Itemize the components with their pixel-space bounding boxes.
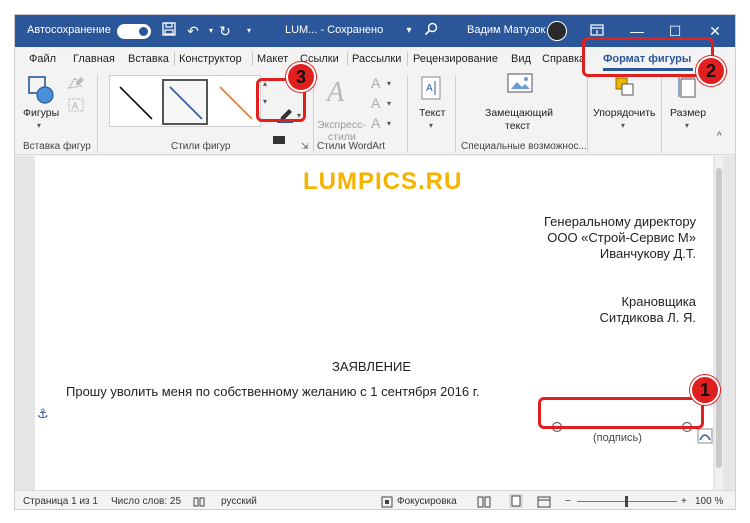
insert-shapes-group-label: Вставка фигур (23, 141, 91, 152)
document-area: LUMPICS.RU Генеральному директору ООО «С… (15, 156, 735, 490)
redo-icon[interactable]: ↻ (215, 21, 235, 41)
focus-icon[interactable] (381, 496, 393, 509)
shape-style-black-line[interactable] (112, 79, 158, 125)
wordart-quick-styles-icon[interactable]: A (327, 77, 344, 109)
document-heading: ЗАЯВЛЕНИЕ (332, 359, 412, 374)
tab-view[interactable]: Вид (511, 53, 531, 65)
proofing-icon[interactable] (193, 496, 205, 509)
size-button-label[interactable]: Размер (670, 107, 706, 119)
arrange-icon[interactable] (615, 77, 635, 100)
zoom-level[interactable]: 100 % (695, 496, 723, 507)
annotation-box-line-shape (538, 397, 704, 429)
text-outline-icon[interactable]: A (371, 95, 380, 111)
alt-text-icon[interactable] (507, 73, 533, 100)
title-dropdown-icon[interactable]: ▾ (399, 21, 419, 41)
undo-icon[interactable]: ↶ (183, 21, 203, 41)
alt-text-label-1[interactable]: Замещающий (485, 107, 553, 119)
save-icon[interactable] (159, 21, 179, 41)
edit-shape-icon[interactable] (67, 75, 87, 94)
wordart-group-label: Стили WordArt (317, 141, 386, 152)
autosave-toggle[interactable] (117, 24, 151, 39)
wordart-express-label-1[interactable]: Экспресс- (317, 119, 366, 131)
layout-options-icon[interactable] (697, 428, 713, 447)
addressee-line-1: Генеральному директору (544, 214, 696, 229)
shape-styles-gallery[interactable] (109, 75, 261, 127)
tab-layout[interactable]: Макет (257, 53, 288, 65)
shape-style-blue-line[interactable] (162, 79, 208, 125)
text-button-label[interactable]: Текст (419, 107, 445, 119)
page-count[interactable]: Страница 1 из 1 (23, 496, 98, 507)
document-title: LUM... - Сохранено (285, 24, 384, 36)
alt-text-label-2[interactable]: текст (505, 120, 530, 132)
annotation-badge-1: 1 (690, 375, 720, 405)
status-bar: Страница 1 из 1 Число слов: 25 русский Ф… (15, 490, 735, 509)
sender-line-1: Крановщика (621, 294, 696, 309)
read-mode-icon[interactable] (477, 496, 491, 509)
sender-line-2: Ситдикова Л. Я. (599, 310, 696, 325)
arrange-button-label[interactable]: Упорядочить (593, 107, 655, 119)
tab-mailings[interactable]: Рассылки (352, 53, 401, 65)
anchor-icon: ⚓ (37, 406, 49, 421)
tab-help[interactable]: Справка (542, 53, 585, 65)
svg-text:A: A (426, 83, 433, 94)
tab-review[interactable]: Рецензирование (413, 53, 498, 65)
zoom-slider-thumb[interactable] (625, 496, 628, 507)
language-indicator[interactable]: русский (221, 496, 257, 507)
focus-mode[interactable]: Фокусировка (397, 496, 457, 507)
vertical-scrollbar[interactable] (715, 156, 723, 490)
annotation-box-shape-format-tab (582, 37, 714, 77)
tab-file[interactable]: Файл (29, 53, 56, 65)
shapes-button-label[interactable]: Фигуры (23, 107, 59, 119)
tab-insert[interactable]: Вставка (128, 53, 169, 65)
text-box-icon[interactable]: A (67, 97, 87, 116)
shape-style-orange-line[interactable] (212, 79, 258, 125)
search-icon[interactable] (421, 21, 441, 41)
accessibility-group-label: Специальные возможнос... (461, 141, 587, 152)
lumpics-watermark: LUMPICS.RU (303, 168, 463, 195)
document-page[interactable]: LUMPICS.RU Генеральному директору ООО «С… (35, 156, 713, 490)
shape-styles-group-label: Стили фигур (171, 141, 231, 152)
word-window: Автосохранение ↶ ▾ ↻ ▾ LUM... - Сохранен… (14, 14, 736, 510)
svg-text:A: A (72, 101, 78, 111)
annotation-badge-2: 2 (696, 56, 726, 86)
shape-styles-launcher-icon[interactable]: ⇲ (301, 141, 309, 152)
addressee-line-2: ООО «Строй-Сервис М» (547, 230, 696, 245)
shape-effects-icon[interactable] (273, 133, 285, 147)
document-body-text: Прошу уволить меня по собственному желан… (66, 384, 480, 399)
print-layout-icon[interactable] (509, 494, 523, 509)
text-icon[interactable]: A (420, 75, 442, 104)
collapse-ribbon-icon[interactable]: ^ (717, 131, 722, 142)
ribbon: Фигуры ▾ A Вставка фигур ▴ ▾ ▾ Стили фиг… (15, 71, 735, 155)
web-layout-icon[interactable] (537, 496, 551, 509)
annotation-badge-3: 3 (286, 62, 316, 92)
user-name[interactable]: Вадим Матузок (467, 24, 545, 36)
word-count[interactable]: Число слов: 25 (111, 496, 181, 507)
tab-design[interactable]: Конструктор (179, 53, 242, 65)
avatar[interactable] (547, 21, 567, 41)
customize-toolbar-icon[interactable]: ▾ (239, 21, 259, 41)
autosave-label: Автосохранение (27, 24, 111, 36)
text-fill-icon[interactable]: A (371, 75, 380, 91)
zoom-out-button[interactable]: − (565, 496, 571, 507)
tab-home[interactable]: Главная (73, 53, 115, 65)
addressee-line-3: Иванчукову Д.Т. (599, 246, 696, 261)
text-effects-icon[interactable]: A (371, 115, 380, 131)
shapes-icon[interactable] (27, 75, 55, 108)
size-icon[interactable] (677, 75, 699, 102)
zoom-in-button[interactable]: + (681, 496, 687, 507)
signature-caption: (подпись) (593, 432, 642, 444)
